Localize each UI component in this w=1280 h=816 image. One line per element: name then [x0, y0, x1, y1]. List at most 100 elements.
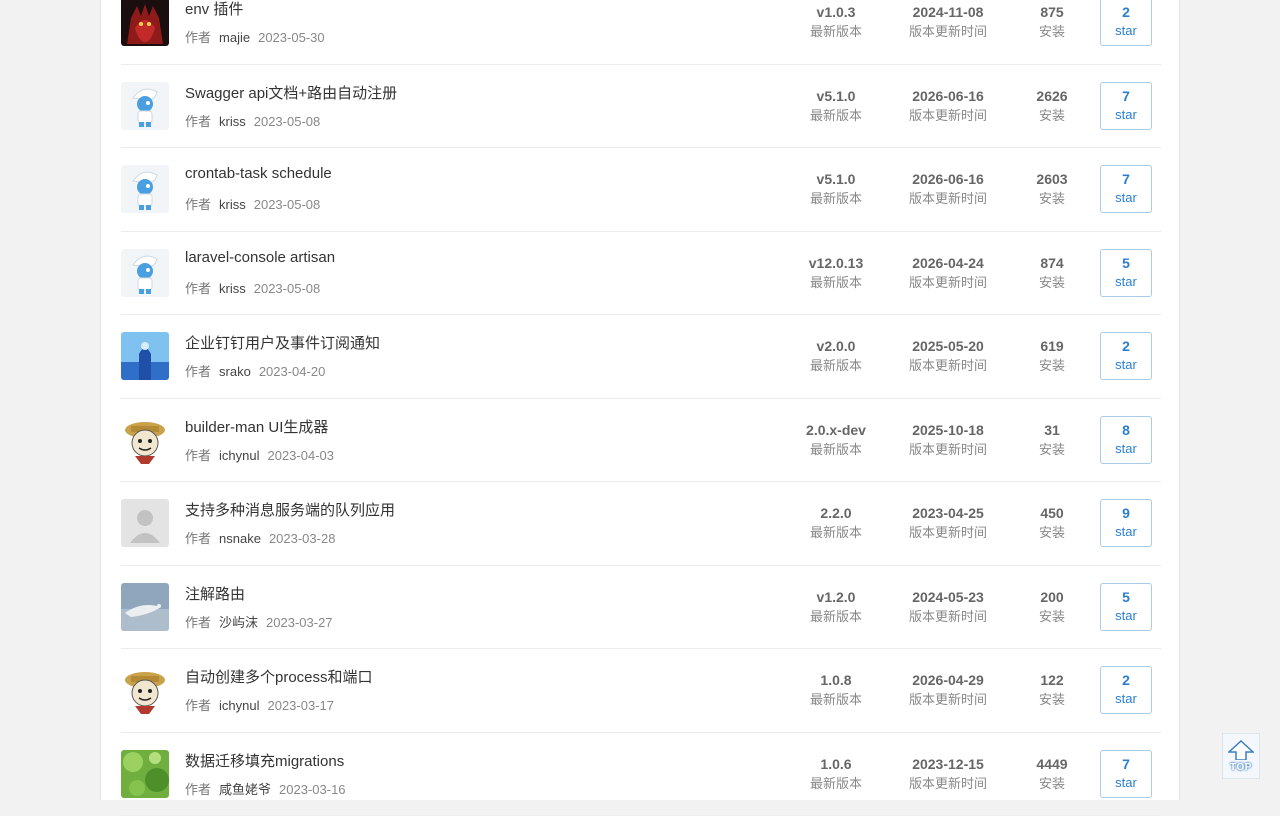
author-name[interactable]: 咸鱼姥爷: [219, 782, 271, 797]
plugin-title[interactable]: builder-man UI生成器: [185, 416, 328, 437]
latest-version-value: v2.0.0: [791, 336, 881, 356]
author-avatar[interactable]: [121, 750, 169, 798]
author-avatar[interactable]: [121, 416, 169, 464]
update-time-value: 2023-12-15: [893, 754, 1003, 774]
author-name[interactable]: srako: [219, 364, 251, 379]
star-count: 2: [1101, 670, 1151, 690]
smurf-avatar-icon: [121, 82, 169, 130]
author-name[interactable]: kriss: [219, 197, 246, 212]
author-name[interactable]: majie: [219, 30, 250, 45]
star-label: star: [1101, 356, 1151, 374]
plugin-list-panel: env 插件 作者majie2023-05-30 v1.0.3 最新版本 202…: [100, 0, 1180, 800]
update-time-stat: 2024-11-08 版本更新时间: [893, 2, 1003, 42]
installs-stat: 122 安装: [1022, 670, 1082, 710]
star-button[interactable]: 9 star: [1100, 499, 1152, 547]
author-avatar[interactable]: [121, 0, 169, 46]
installs-label: 安装: [1022, 22, 1082, 42]
installs-stat: 2626 安装: [1022, 86, 1082, 126]
publish-date: 2023-03-28: [269, 531, 336, 546]
plugin-title[interactable]: 自动创建多个process和端口: [185, 666, 373, 687]
star-button[interactable]: 7 star: [1100, 165, 1152, 213]
star-button[interactable]: 5 star: [1100, 249, 1152, 297]
plugin-meta: 作者srako2023-04-20: [185, 361, 325, 380]
plugin-title[interactable]: crontab-task schedule: [185, 165, 332, 182]
installs-label: 安装: [1022, 607, 1082, 627]
latest-version-stat: v12.0.13 最新版本: [791, 253, 881, 293]
author-name[interactable]: kriss: [219, 281, 246, 296]
update-time-stat: 2026-06-16 版本更新时间: [893, 86, 1003, 126]
plugin-row: laravel-console artisan 作者kriss2023-05-0…: [121, 232, 1161, 316]
author-avatar[interactable]: [121, 499, 169, 547]
author-label: 作者: [185, 782, 211, 797]
plugin-title[interactable]: laravel-console artisan: [185, 249, 335, 266]
star-button[interactable]: 2 star: [1100, 0, 1152, 46]
update-time-value: 2023-04-25: [893, 503, 1003, 523]
plugin-title[interactable]: 支持多种消息服务端的队列应用: [185, 499, 395, 520]
star-button[interactable]: 7 star: [1100, 750, 1152, 798]
installs-label: 安装: [1022, 189, 1082, 209]
plugin-row: builder-man UI生成器 作者ichynul2023-04-03 2.…: [121, 399, 1161, 483]
author-avatar[interactable]: [121, 583, 169, 631]
plugin-title[interactable]: 企业钉钉用户及事件订阅通知: [185, 332, 380, 353]
star-label: star: [1101, 607, 1151, 625]
latest-version-value: v5.1.0: [791, 86, 881, 106]
update-time-stat: 2023-12-15 版本更新时间: [893, 754, 1003, 794]
star-button[interactable]: 5 star: [1100, 583, 1152, 631]
author-name[interactable]: kriss: [219, 114, 246, 129]
green-leaf-avatar-icon: [121, 750, 169, 798]
star-count: 5: [1101, 253, 1151, 273]
latest-version-value: v12.0.13: [791, 253, 881, 273]
latest-version-stat: 1.0.8 最新版本: [791, 670, 881, 710]
plugin-title[interactable]: 数据迁移填充migrations: [185, 750, 344, 771]
publish-date: 2023-03-17: [267, 698, 334, 713]
author-name[interactable]: ichynul: [219, 698, 259, 713]
installs-stat: 619 安装: [1022, 336, 1082, 376]
star-count: 7: [1101, 86, 1151, 106]
author-avatar[interactable]: [121, 332, 169, 380]
author-name[interactable]: nsnake: [219, 531, 261, 546]
installs-value: 2603: [1022, 169, 1082, 189]
star-button[interactable]: 8 star: [1100, 416, 1152, 464]
publish-date: 2023-04-03: [267, 448, 334, 463]
plugin-row: Swagger api文档+路由自动注册 作者kriss2023-05-08 v…: [121, 65, 1161, 149]
installs-stat: 875 安装: [1022, 2, 1082, 42]
author-name[interactable]: ichynul: [219, 448, 259, 463]
update-time-label: 版本更新时间: [893, 356, 1003, 376]
installs-value: 122: [1022, 670, 1082, 690]
author-avatar[interactable]: [121, 165, 169, 213]
publish-date: 2023-04-20: [259, 364, 326, 379]
installs-label: 安装: [1022, 690, 1082, 710]
plugin-list: env 插件 作者majie2023-05-30 v1.0.3 最新版本 202…: [121, 0, 1161, 816]
star-button[interactable]: 7 star: [1100, 82, 1152, 130]
star-button[interactable]: 2 star: [1100, 332, 1152, 380]
author-avatar[interactable]: [121, 666, 169, 714]
latest-version-stat: 2.2.0 最新版本: [791, 503, 881, 543]
plugin-title[interactable]: Swagger api文档+路由自动注册: [185, 82, 397, 103]
update-time-label: 版本更新时间: [893, 440, 1003, 460]
author-name[interactable]: 沙屿沫: [219, 615, 258, 630]
star-count: 2: [1101, 2, 1151, 22]
latest-version-stat: v2.0.0 最新版本: [791, 336, 881, 376]
star-button[interactable]: 2 star: [1100, 666, 1152, 714]
star-label: star: [1101, 106, 1151, 124]
plugin-row: 企业钉钉用户及事件订阅通知 作者srako2023-04-20 v2.0.0 最…: [121, 315, 1161, 399]
author-avatar[interactable]: [121, 249, 169, 297]
publish-date: 2023-05-08: [254, 197, 321, 212]
latest-version-label: 最新版本: [791, 22, 881, 42]
update-time-value: 2024-11-08: [893, 2, 1003, 22]
update-time-stat: 2025-05-20 版本更新时间: [893, 336, 1003, 376]
author-label: 作者: [185, 30, 211, 45]
latest-version-value: 1.0.6: [791, 754, 881, 774]
plugin-title[interactable]: 注解路由: [185, 583, 245, 604]
author-label: 作者: [185, 531, 211, 546]
update-time-label: 版本更新时间: [893, 523, 1003, 543]
default-user-avatar-icon: [121, 499, 169, 547]
back-to-top-button[interactable]: TOP: [1222, 733, 1260, 779]
author-avatar[interactable]: [121, 82, 169, 130]
star-label: star: [1101, 440, 1151, 458]
plugin-title[interactable]: env 插件: [185, 0, 243, 19]
red-monster-avatar-icon: [121, 0, 169, 46]
installs-label: 安装: [1022, 273, 1082, 293]
plugin-row: 数据迁移填充migrations 作者咸鱼姥爷2023-03-16 1.0.6 …: [121, 733, 1161, 816]
update-time-stat: 2026-04-24 版本更新时间: [893, 253, 1003, 293]
